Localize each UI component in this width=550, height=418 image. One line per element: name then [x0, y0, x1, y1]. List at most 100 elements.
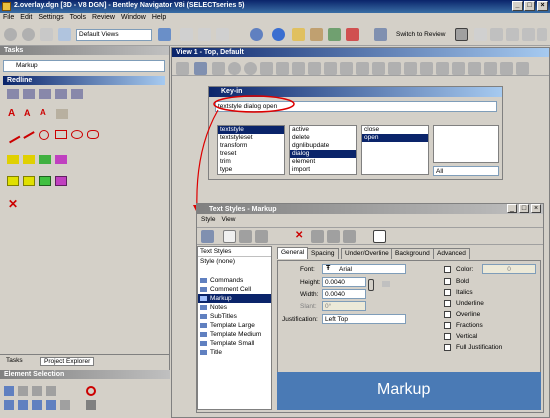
selection-block-icon[interactable] [18, 386, 28, 396]
highlight-magenta-icon[interactable] [55, 155, 67, 164]
view-attributes-icon[interactable] [176, 62, 189, 75]
tab-under-overline[interactable]: Under/Overline [341, 248, 393, 259]
selection-subtract-icon[interactable] [18, 400, 28, 410]
keyin-list-item[interactable]: close [362, 126, 428, 134]
tab-spacing[interactable]: Spacing [307, 248, 339, 259]
view-rotation-icon[interactable] [436, 62, 449, 75]
keyin-list-item[interactable]: element [290, 158, 356, 166]
more-tools-icon[interactable] [537, 28, 547, 41]
view-next-icon[interactable] [340, 62, 353, 75]
task-icon[interactable] [40, 28, 53, 41]
overline-checkbox[interactable] [444, 311, 451, 318]
window-area-icon[interactable] [260, 62, 273, 75]
zoom-out-icon[interactable] [244, 62, 257, 75]
keyin-list-item[interactable]: delete [290, 134, 356, 142]
keyin-list-1[interactable]: textstyle textstyleset transform treset … [217, 125, 285, 175]
menu-window[interactable]: Window [118, 13, 149, 22]
selection-add-icon[interactable] [4, 400, 14, 410]
tab-general[interactable]: General [277, 247, 309, 259]
selection-line-icon[interactable] [46, 386, 56, 396]
rotate-icon[interactable] [490, 28, 503, 41]
switch-to-review-button[interactable]: Switch to Review [396, 31, 446, 38]
view-previous-icon[interactable] [324, 62, 337, 75]
style-preview-icon[interactable] [373, 230, 386, 243]
ellipse-icon[interactable] [71, 130, 83, 139]
select-tool-icon[interactable] [7, 89, 19, 99]
display-style-icon[interactable] [468, 62, 481, 75]
style-item[interactable]: SubTitles [198, 312, 271, 321]
style-item[interactable]: Commands [198, 276, 271, 285]
keyin-list-item[interactable]: dgnlibupdate [290, 142, 356, 150]
place-text-icon[interactable]: A [8, 108, 15, 119]
levels-icon[interactable] [500, 62, 513, 75]
italics-checkbox[interactable] [444, 289, 451, 296]
style-item[interactable]: Template Small [198, 339, 271, 348]
menu-tools[interactable]: Tools [67, 13, 89, 22]
walk-icon[interactable] [356, 62, 369, 75]
keyin-list-item[interactable]: treset [218, 150, 284, 158]
menu-style[interactable]: Style [201, 216, 221, 223]
copy-view-icon[interactable] [372, 62, 385, 75]
save-style-icon[interactable] [239, 230, 252, 243]
info-icon[interactable] [272, 28, 285, 41]
height-input[interactable]: 0.0040 [322, 277, 366, 287]
color-select[interactable]: 0 [482, 264, 536, 274]
print-icon[interactable] [158, 28, 171, 41]
change-view-icon[interactable] [420, 62, 433, 75]
style-item[interactable]: Comment Cell [198, 285, 271, 294]
camera-icon[interactable] [484, 62, 497, 75]
clip-volume-icon[interactable] [388, 62, 401, 75]
back-icon[interactable] [4, 28, 17, 41]
tab-advanced[interactable]: Advanced [433, 248, 470, 259]
selection-stop-icon[interactable] [86, 386, 96, 396]
new-style-icon[interactable] [223, 230, 236, 243]
menu-settings[interactable]: Settings [35, 13, 66, 22]
note-text-icon[interactable]: A [24, 108, 31, 118]
arc-icon[interactable] [39, 130, 49, 140]
fill-shape-icon[interactable] [23, 176, 35, 186]
move-tool-icon[interactable] [39, 89, 51, 99]
match-tool-icon[interactable] [71, 89, 83, 99]
delete-markup-icon[interactable]: ✕ [8, 197, 18, 211]
measure-icon[interactable] [310, 28, 323, 41]
update-view-icon[interactable] [212, 62, 225, 75]
rotate-view-icon[interactable] [292, 62, 305, 75]
maximize-button[interactable]: □ [524, 1, 535, 11]
line-icon[interactable] [23, 131, 35, 139]
delete-style-icon[interactable]: ✕ [295, 230, 303, 241]
width-input[interactable]: 0.0040 [322, 289, 366, 299]
clip-mask-icon[interactable] [404, 62, 417, 75]
keyin-list-item[interactable]: import [290, 166, 356, 174]
delete-tool-icon[interactable] [55, 89, 67, 99]
style-item-selected[interactable]: Markup [198, 294, 271, 303]
keyin-list-item[interactable]: trim [218, 158, 284, 166]
edit-text-icon[interactable]: A [40, 108, 46, 117]
fractions-checkbox[interactable] [444, 322, 451, 329]
highlight-line-icon[interactable] [23, 155, 35, 164]
zoom-icon[interactable] [506, 28, 519, 41]
menu-edit[interactable]: Edit [17, 13, 35, 22]
fill-yellow-icon[interactable] [7, 176, 19, 186]
zoom-in-icon[interactable] [228, 62, 241, 75]
forward-icon[interactable] [22, 28, 35, 41]
vertical-checkbox[interactable] [444, 333, 451, 340]
selection-invert-icon[interactable] [32, 400, 42, 410]
pan-icon[interactable] [474, 28, 487, 41]
menu-review[interactable]: Review [89, 13, 118, 22]
rectangle-icon[interactable] [55, 130, 67, 139]
keyin-list-item[interactable]: open [362, 134, 428, 142]
markup-icon[interactable] [292, 28, 305, 41]
globe-icon[interactable] [250, 28, 263, 41]
keyin-list-2[interactable]: active delete dgnlibupdate dialog elemen… [289, 125, 357, 175]
keyin-list-item[interactable]: transform [218, 142, 284, 150]
tab-background[interactable]: Background [391, 248, 434, 259]
copy-tool-icon[interactable] [23, 89, 35, 99]
cut-icon[interactable] [216, 28, 229, 41]
highlight-green-icon[interactable] [39, 155, 51, 164]
views-select[interactable]: Default Views [76, 29, 152, 41]
selection-method-icon[interactable] [86, 400, 96, 410]
tasks-tab[interactable]: Tasks [6, 357, 23, 364]
keyin-list-item[interactable]: active [290, 126, 356, 134]
keyin-list-item[interactable]: textstyle [218, 126, 284, 134]
keyin-list-item[interactable]: dialog [290, 150, 356, 158]
